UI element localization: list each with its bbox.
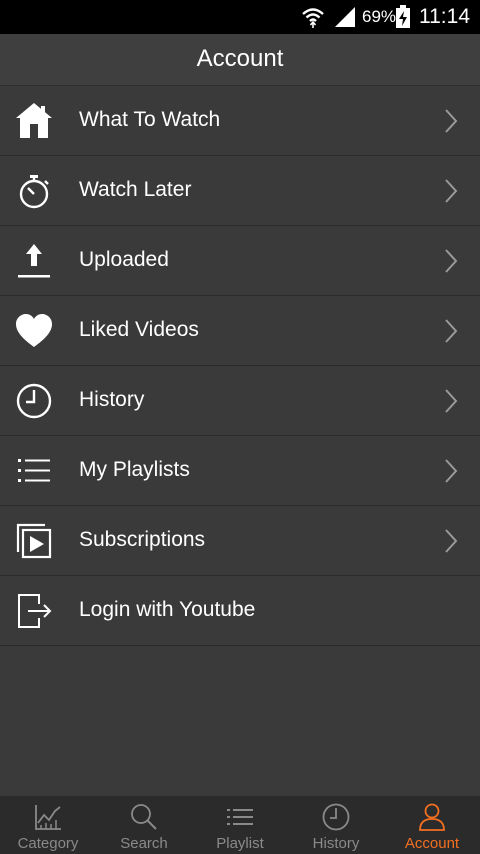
menu-item-what-to-watch[interactable]: What To Watch bbox=[0, 86, 480, 156]
menu-item-label: What To Watch bbox=[79, 108, 221, 131]
account-menu: What To Watch Watch Later Uploaded Liked… bbox=[0, 86, 480, 646]
menu-item-label: Login with Youtube bbox=[79, 598, 256, 621]
chevron-right-icon bbox=[445, 249, 458, 273]
subscriptions-icon bbox=[16, 523, 52, 559]
battery-charging-icon bbox=[396, 5, 410, 28]
chevron-right-icon bbox=[445, 459, 458, 483]
nav-tab-history[interactable]: History bbox=[288, 796, 384, 854]
nav-label: History bbox=[312, 835, 360, 852]
menu-item-watch-later[interactable]: Watch Later bbox=[0, 156, 480, 226]
list-icon bbox=[227, 809, 253, 825]
chevron-right-icon bbox=[445, 389, 458, 413]
login-icon bbox=[18, 594, 52, 628]
menu-item-history[interactable]: History bbox=[0, 366, 480, 436]
nav-tab-search[interactable]: Search bbox=[96, 796, 192, 854]
page-title: Account bbox=[196, 45, 284, 72]
nav-tab-playlist[interactable]: Playlist bbox=[192, 796, 288, 854]
menu-item-subscriptions[interactable]: Subscriptions bbox=[0, 506, 480, 576]
app-header: Account bbox=[0, 34, 480, 86]
heart-icon bbox=[16, 314, 52, 347]
nav-tab-account[interactable]: Account bbox=[384, 796, 480, 854]
menu-item-label: Subscriptions bbox=[79, 528, 206, 551]
search-icon bbox=[131, 804, 157, 830]
menu-item-label: Watch Later bbox=[79, 178, 192, 201]
menu-item-label: Liked Videos bbox=[79, 318, 199, 341]
clock-icon bbox=[322, 803, 350, 831]
chart-icon bbox=[35, 805, 61, 830]
menu-item-login-youtube[interactable]: Login with Youtube bbox=[0, 576, 480, 646]
nav-label: Search bbox=[120, 835, 168, 852]
nav-label: Account bbox=[404, 835, 460, 852]
menu-item-uploaded[interactable]: Uploaded bbox=[0, 226, 480, 296]
signal-icon bbox=[335, 7, 355, 27]
home-icon bbox=[16, 103, 52, 138]
list-icon bbox=[18, 459, 50, 482]
chevron-right-icon bbox=[445, 319, 458, 343]
menu-item-label: History bbox=[79, 388, 145, 411]
battery-percent: 69% bbox=[362, 7, 397, 26]
nav-label: Playlist bbox=[216, 835, 264, 852]
clock-icon bbox=[16, 383, 52, 419]
wifi-icon bbox=[302, 8, 324, 28]
chevron-right-icon bbox=[445, 109, 458, 133]
nav-tab-category[interactable]: Category bbox=[0, 796, 96, 854]
person-icon bbox=[419, 803, 445, 831]
chevron-right-icon bbox=[445, 179, 458, 203]
nav-label: Category bbox=[17, 835, 79, 852]
bottom-navigation: Category Search Playlist History Account bbox=[0, 796, 480, 854]
menu-item-label: My Playlists bbox=[79, 458, 190, 481]
menu-item-label: Uploaded bbox=[79, 248, 169, 271]
status-bar: 69% 11:14 bbox=[0, 0, 480, 34]
upload-icon bbox=[18, 244, 50, 278]
status-clock: 11:14 bbox=[419, 5, 470, 28]
menu-item-liked-videos[interactable]: Liked Videos bbox=[0, 296, 480, 366]
chevron-right-icon bbox=[445, 529, 458, 553]
stopwatch-icon bbox=[19, 175, 49, 209]
menu-item-my-playlists[interactable]: My Playlists bbox=[0, 436, 480, 506]
